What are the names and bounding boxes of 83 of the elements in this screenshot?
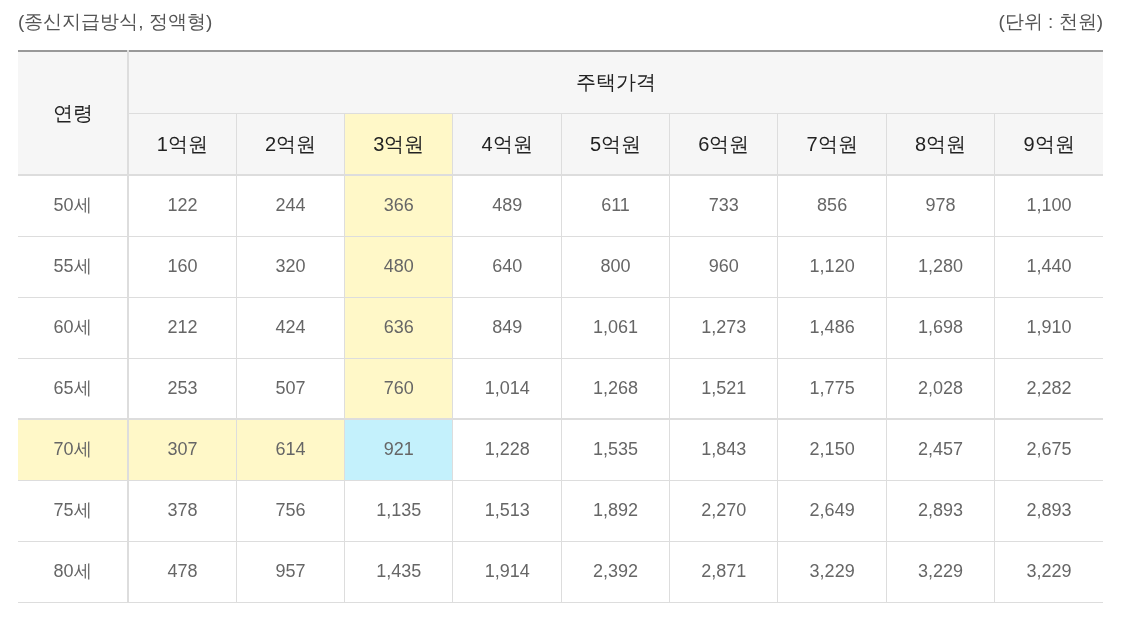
table-cell: 50세 (18, 175, 128, 236)
table-cell: 636 (344, 297, 453, 358)
unit-label: (단위 : 천원) (998, 9, 1103, 34)
table-cell: 1,521 (669, 358, 778, 419)
table-cell: 1,440 (994, 236, 1103, 297)
table-cell: 378 (128, 480, 237, 541)
table-cell: 800 (561, 236, 670, 297)
table-cell: 1,910 (994, 297, 1103, 358)
table-cell: 1,775 (777, 358, 887, 419)
table-cell: 1,120 (777, 236, 887, 297)
table-cell: 2,282 (994, 358, 1103, 419)
table-cell: 122 (128, 175, 237, 236)
table-cell: 1,914 (453, 541, 562, 602)
table-cell: 614 (236, 419, 345, 480)
table-cell: 480 (344, 236, 453, 297)
table-cell: 160 (128, 236, 237, 297)
header-cell: 연령 (18, 51, 128, 175)
table-cell: 489 (453, 175, 562, 236)
table-cell: 55세 (18, 236, 128, 297)
table-caption: (종신지급방식, 정액형) (18, 9, 213, 34)
table-cell: 1,435 (344, 541, 453, 602)
table-cell: 2,893 (994, 480, 1103, 541)
table-cell: 640 (453, 236, 562, 297)
table-cell: 1,280 (886, 236, 995, 297)
table-cell: 2,392 (561, 541, 670, 602)
table-cell: 733 (669, 175, 778, 236)
table-cell: 1,535 (561, 419, 670, 480)
table-cell: 1,486 (777, 297, 887, 358)
header-cell: 3억원 (344, 113, 453, 175)
table-cell: 3,229 (994, 541, 1103, 602)
table-cell: 366 (344, 175, 453, 236)
table-cell: 2,675 (994, 419, 1103, 480)
header-cell: 1억원 (128, 113, 237, 175)
table-cell: 253 (128, 358, 237, 419)
table-cell: 320 (236, 236, 345, 297)
table-cell: 1,014 (453, 358, 562, 419)
table-cell: 244 (236, 175, 345, 236)
table-cell: 1,698 (886, 297, 995, 358)
table-cell: 60세 (18, 297, 128, 358)
table-cell: 960 (669, 236, 778, 297)
table-cell: 611 (561, 175, 670, 236)
table-cell: 1,228 (453, 419, 562, 480)
table-cell: 80세 (18, 541, 128, 602)
table-cell: 70세 (18, 419, 128, 480)
table-cell: 75세 (18, 480, 128, 541)
table-cell: 1,135 (344, 480, 453, 541)
table-cell: 1,061 (561, 297, 670, 358)
header-cell: 주택가격 (128, 51, 1103, 113)
table-cell: 2,028 (886, 358, 995, 419)
table-cell: 3,229 (777, 541, 887, 602)
table-cell: 921 (344, 419, 453, 480)
table-cell: 2,150 (777, 419, 887, 480)
table-cell: 856 (777, 175, 887, 236)
table-cell: 307 (128, 419, 237, 480)
table-cell: 2,270 (669, 480, 778, 541)
table-cell: 756 (236, 480, 345, 541)
header-cell: 4억원 (453, 113, 562, 175)
table-cell: 1,268 (561, 358, 670, 419)
header-cell: 9억원 (994, 113, 1103, 175)
table-cell: 424 (236, 297, 345, 358)
table-cell: 760 (344, 358, 453, 419)
header-cell: 5억원 (561, 113, 670, 175)
header-cell: 8억원 (886, 113, 995, 175)
header-cell: 2억원 (236, 113, 345, 175)
table-cell: 957 (236, 541, 345, 602)
header-cell: 7억원 (777, 113, 887, 175)
table-cell: 2,649 (777, 480, 887, 541)
table-cell: 1,100 (994, 175, 1103, 236)
table-cell: 1,273 (669, 297, 778, 358)
table-cell: 1,513 (453, 480, 562, 541)
table-cell: 2,457 (886, 419, 995, 480)
table-cell: 65세 (18, 358, 128, 419)
table-cell: 3,229 (886, 541, 995, 602)
header-cell: 6억원 (669, 113, 778, 175)
table-cell: 507 (236, 358, 345, 419)
table-cell: 478 (128, 541, 237, 602)
table-cell: 978 (886, 175, 995, 236)
table-cell: 212 (128, 297, 237, 358)
table-cell: 849 (453, 297, 562, 358)
table-cell: 1,843 (669, 419, 778, 480)
table-cell: 1,892 (561, 480, 670, 541)
table-cell: 2,893 (886, 480, 995, 541)
table-cell: 2,871 (669, 541, 778, 602)
